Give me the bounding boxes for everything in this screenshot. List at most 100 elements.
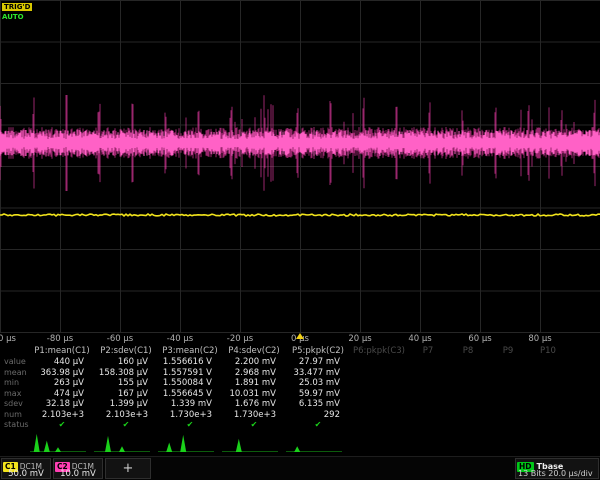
measurement-value-empty (448, 368, 488, 379)
measurement-value-empty (488, 399, 528, 410)
measurement-header-unused[interactable]: P9 (488, 346, 528, 357)
measurement-header-unused[interactable]: P8 (448, 346, 488, 357)
channel2-scale: 10.0 mV (54, 469, 102, 479)
measurement-value: 1.339 mV (158, 399, 222, 410)
status-check-icon: ✔ (222, 420, 286, 431)
histicon-p1[interactable] (30, 431, 86, 453)
measurement-value-empty (448, 357, 488, 368)
measurement-header-row: P1:mean(C1)P2:sdev(C1)P3:mean(C2)P4:sdev… (2, 346, 598, 357)
measurement-row-label: max (2, 389, 30, 400)
measurement-value-empty (488, 357, 528, 368)
measurement-row-label: value (2, 357, 30, 368)
measurement-value: 1.557591 V (158, 368, 222, 379)
time-axis-label: 20 µs (348, 334, 371, 344)
measurement-header[interactable]: P4:sdev(C2) (222, 346, 286, 357)
measurement-value: 1.550084 V (158, 378, 222, 389)
measurement-value: 2.103e+3 (94, 410, 158, 421)
histicon-p4[interactable] (222, 431, 278, 453)
measurement-value: 25.03 mV (286, 378, 350, 389)
measurement-value-empty (350, 378, 408, 389)
measurement-value: 1.730e+3 (158, 410, 222, 421)
measurement-value-empty (528, 399, 568, 410)
measurement-value-empty (488, 368, 528, 379)
histicon-row (0, 431, 600, 454)
measurement-value: 167 µV (94, 389, 158, 400)
measurement-value-empty (408, 389, 448, 400)
measurement-header-unused[interactable]: P6:pkpk(C3) (350, 346, 408, 357)
time-axis-label: 60 µs (468, 334, 491, 344)
measurement-row-label: sdev (2, 399, 30, 410)
measurement-value-empty (528, 420, 568, 431)
measurement-value: 1.730e+3 (222, 410, 286, 421)
channel1-descriptor[interactable]: C1DC1M 50.0 mV (1, 458, 51, 479)
measurement-value: 1.891 mV (222, 378, 286, 389)
measurement-value: 27.97 mV (286, 357, 350, 368)
time-axis-label: 40 µs (408, 334, 431, 344)
measurement-value-empty (350, 420, 408, 431)
measurement-value: 292 (286, 410, 350, 421)
measurement-value-empty (408, 399, 448, 410)
measurement-value: 160 µV (94, 357, 158, 368)
measurement-value: 6.135 mV (286, 399, 350, 410)
measurement-value-empty (488, 389, 528, 400)
timebase-bits: 13 Bits (518, 469, 546, 478)
measurement-value: 2.200 mV (222, 357, 286, 368)
measurement-row-min: min263 µV155 µV1.550084 V1.891 mV25.03 m… (2, 378, 598, 389)
measurement-row-max: max474 µV167 µV1.556645 V10.031 mV59.97 … (2, 389, 598, 400)
measurement-row-sdev: sdev32.18 µV1.399 µV1.339 mV1.676 mV6.13… (2, 399, 598, 410)
measurement-value: 1.676 mV (222, 399, 286, 410)
measurement-header[interactable]: P1:mean(C1) (30, 346, 94, 357)
measurement-value: 1.556616 V (158, 357, 222, 368)
status-check-icon: ✔ (30, 420, 94, 431)
measurement-value: 2.968 mV (222, 368, 286, 379)
measurement-value: 440 µV (30, 357, 94, 368)
status-check-icon: ✔ (286, 420, 350, 431)
add-trace-button[interactable]: + (105, 458, 151, 479)
channel2-descriptor[interactable]: C2DC1M 10.0 mV (53, 458, 103, 479)
measurement-value: 363.98 µV (30, 368, 94, 379)
measurement-header-unused[interactable]: P10 (528, 346, 568, 357)
measurement-value: 155 µV (94, 378, 158, 389)
measurement-row-label: mean (2, 368, 30, 379)
channel1-header: C1DC1M (2, 459, 50, 469)
measurement-row-label: num (2, 410, 30, 421)
c1-trace (0, 214, 600, 216)
measurement-value: 59.97 mV (286, 389, 350, 400)
status-check-icon: ✔ (158, 420, 222, 431)
measurement-header[interactable]: P5:pkpk(C2) (286, 346, 350, 357)
measurement-value-empty (448, 378, 488, 389)
measurement-value-empty (350, 357, 408, 368)
measurement-value-empty (408, 378, 448, 389)
measurement-value-empty (448, 389, 488, 400)
histicon-p5[interactable] (286, 431, 342, 453)
measurement-value-empty (528, 378, 568, 389)
measurement-row-label: min (2, 378, 30, 389)
histicon-p3[interactable] (158, 431, 214, 453)
oscilloscope-screen: TRIG'D AUTO -100 µs-80 µs-60 µs-40 µs-20… (0, 0, 600, 480)
measurement-header[interactable]: P3:mean(C2) (158, 346, 222, 357)
measurement-header[interactable]: P2:sdev(C1) (94, 346, 158, 357)
measurement-value-empty (408, 410, 448, 421)
trigger-position-marker[interactable] (296, 333, 304, 339)
measurement-value: 33.477 mV (286, 368, 350, 379)
timebase-descriptor[interactable]: HDTbase 13 Bits 20.0 µs/div (515, 458, 599, 479)
measurement-value-empty (350, 399, 408, 410)
measurement-value-empty (408, 368, 448, 379)
measurement-value: 474 µV (30, 389, 94, 400)
measurement-row-label: status (2, 420, 30, 431)
measurement-row-status: status✔✔✔✔✔ (2, 420, 598, 431)
measurement-value-empty (408, 357, 448, 368)
bottom-bar: C1DC1M 50.0 mV C2DC1M 10.0 mV + HDTbase … (0, 456, 600, 480)
measurement-value-empty (350, 410, 408, 421)
time-axis-label: -20 µs (227, 334, 253, 344)
time-axis-label: 80 µs (528, 334, 551, 344)
c2-trace-core (0, 130, 600, 156)
histicon-p2[interactable] (94, 431, 150, 453)
time-axis-label: -100 µs (0, 334, 16, 344)
measurement-row-num: num2.103e+32.103e+31.730e+31.730e+3292 (2, 410, 598, 421)
measurement-value-empty (350, 368, 408, 379)
measurement-value: 32.18 µV (30, 399, 94, 410)
waveform-display[interactable] (0, 0, 600, 333)
measurement-row-value: value440 µV160 µV1.556616 V2.200 mV27.97… (2, 357, 598, 368)
measurement-header-unused[interactable]: P7 (408, 346, 448, 357)
